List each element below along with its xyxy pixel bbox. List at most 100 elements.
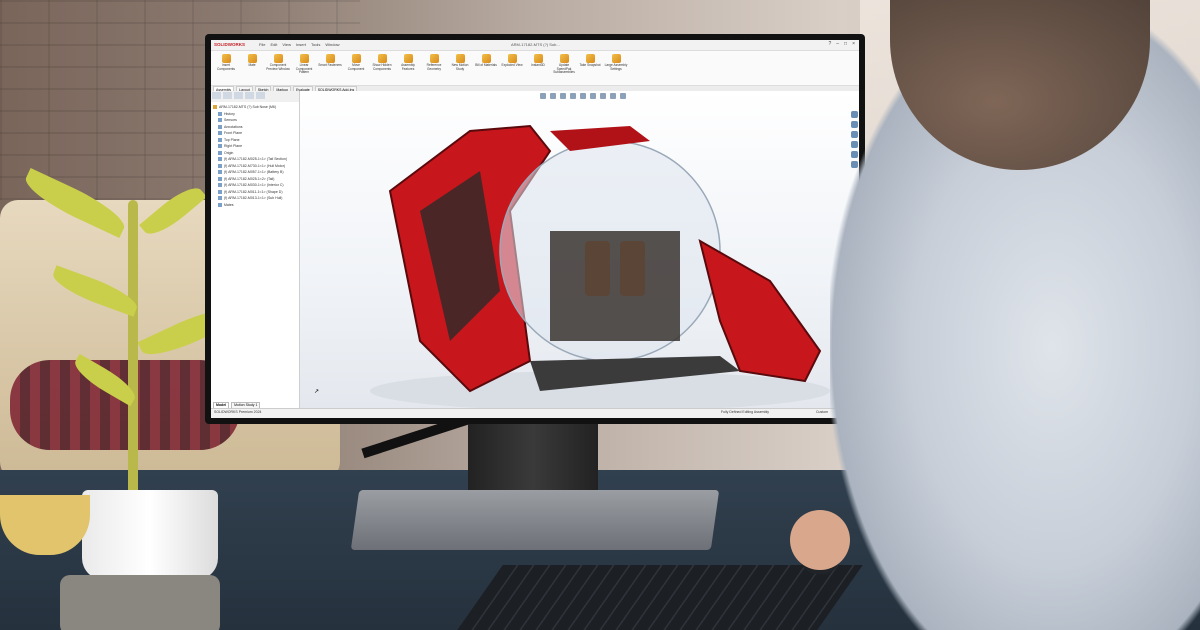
- status-bar: SOLIDWORKS Premium 2024 Fully Defined Ed…: [211, 408, 859, 418]
- ribbon-button[interactable]: Mate: [240, 52, 264, 82]
- bom-icon: [481, 54, 491, 63]
- ribbon-button[interactable]: Insert Components: [214, 52, 238, 82]
- ribbon-button-label: Insert Components: [216, 63, 236, 71]
- monitor: SOLIDWORKS File Edit View Insert Tools W…: [205, 34, 865, 424]
- motion-icon: [455, 54, 465, 63]
- ribbon-button-label: Move Component: [347, 63, 365, 71]
- ribbon-button[interactable]: Move Component: [344, 52, 368, 82]
- ribbon-button[interactable]: Reference Geometry: [422, 52, 446, 82]
- ribbon-button-label: Linear Component Pattern: [295, 63, 313, 75]
- tree-item-icon: [218, 202, 222, 207]
- menu-insert[interactable]: Insert: [296, 42, 306, 47]
- tree-item-icon: [218, 111, 222, 116]
- ribbon-button[interactable]: Large Assembly Settings: [604, 52, 628, 82]
- ribbon-button-label: Take Snapshot: [579, 63, 601, 67]
- coffee-cup: [60, 575, 220, 630]
- keyboard: [457, 565, 863, 630]
- ribbon-button[interactable]: Update SpeedPak Subassemblies: [552, 52, 576, 82]
- menu-bar: File Edit View Insert Tools Window: [259, 42, 340, 47]
- reference-geometry-icon: [429, 54, 439, 63]
- tree-item-icon: [218, 124, 222, 129]
- snapshot-icon: [585, 54, 595, 63]
- ribbon-button[interactable]: Linear Component Pattern: [292, 52, 316, 82]
- ribbon-button-label: Show Hidden Components: [372, 63, 392, 71]
- photo-scene: SOLIDWORKS File Edit View Insert Tools W…: [0, 0, 1200, 630]
- seat-left: [585, 241, 610, 296]
- status-units[interactable]: Custom: [816, 410, 828, 414]
- ribbon-button[interactable]: Bill of Materials: [474, 52, 498, 82]
- menu-window[interactable]: Window: [325, 42, 339, 47]
- menu-tools[interactable]: Tools: [311, 42, 320, 47]
- ribbon-button[interactable]: Smart Fasteners: [318, 52, 342, 82]
- tree-item-icon: [218, 163, 222, 168]
- ribbon-button[interactable]: Assembly Features: [396, 52, 420, 82]
- screen: SOLIDWORKS File Edit View Insert Tools W…: [211, 40, 859, 418]
- ribbon-button-label: Update SpeedPak Subassemblies: [553, 63, 575, 75]
- solidworks-logo: SOLIDWORKS: [214, 42, 245, 47]
- ribbon-button-label: Reference Geometry: [426, 63, 442, 71]
- tree-item-icon: [218, 170, 222, 175]
- submarine-3d-model[interactable]: [300, 91, 859, 409]
- dimxpert-tab-icon[interactable]: [245, 92, 254, 99]
- instant3d-icon: [533, 54, 543, 63]
- status-state: Fully Defined Editing Assembly: [721, 410, 770, 414]
- ribbon-button[interactable]: New Motion Study: [448, 52, 472, 82]
- tree-item-icon: [218, 150, 222, 155]
- settings-icon: [611, 54, 621, 63]
- tree-item-icon: [218, 144, 222, 149]
- graphics-area[interactable]: ↗: [300, 91, 859, 409]
- ribbon-button[interactable]: Exploded View: [500, 52, 524, 82]
- hand: [790, 510, 850, 570]
- feature-tree: ARM-17182-MTS (?) Sub Nose (M6) History S…: [211, 102, 299, 210]
- ribbon-button-label: Bill of Materials: [475, 63, 497, 67]
- ribbon-button-label: Instant3D: [531, 63, 545, 67]
- pattern-icon: [299, 54, 309, 63]
- tree-item-icon: [218, 118, 222, 123]
- tree-item-label: Mates: [224, 202, 234, 207]
- tree-item-icon: [218, 137, 222, 142]
- move-icon: [351, 54, 361, 63]
- title-bar: SOLIDWORKS File Edit View Insert Tools W…: [211, 40, 859, 51]
- monitor-stand-base: [350, 490, 720, 550]
- tree-item[interactable]: Mates: [213, 202, 297, 209]
- ribbon-button-label: Component Preview Window: [266, 63, 290, 71]
- panel-tabs: [211, 91, 299, 102]
- ribbon-button-label: Smart Fasteners: [318, 63, 342, 67]
- ribbon-button-label: Assembly Features: [401, 63, 415, 71]
- tree-item-icon: [218, 183, 222, 188]
- plant-pot: [82, 490, 218, 580]
- fastener-icon: [325, 54, 335, 63]
- coordinate-triad: ↗: [314, 389, 320, 395]
- ribbon-button[interactable]: Instant3D: [526, 52, 550, 82]
- assembly-icon: [213, 105, 217, 110]
- tree-item-icon: [218, 176, 222, 181]
- seat-right: [620, 241, 645, 296]
- assembly-features-icon: [403, 54, 413, 63]
- ribbon-button[interactable]: Component Preview Window: [266, 52, 290, 82]
- menu-edit[interactable]: Edit: [270, 42, 277, 47]
- show-hidden-icon: [377, 54, 387, 63]
- ribbon-button-label: Mate: [248, 63, 256, 67]
- exploded-icon: [507, 54, 517, 63]
- feature-tree-tab-icon[interactable]: [212, 92, 221, 99]
- status-product: SOLIDWORKS Premium 2024: [214, 410, 262, 414]
- ribbon-button-label: New Motion Study: [451, 63, 469, 71]
- property-manager-tab-icon[interactable]: [223, 92, 232, 99]
- ribbon-button-label: Large Assembly Settings: [604, 63, 628, 71]
- tree-item-icon: [218, 196, 222, 201]
- configuration-tab-icon[interactable]: [234, 92, 243, 99]
- command-manager-ribbon: Insert Components Mate Component Preview W…: [211, 51, 859, 86]
- plant-stem: [128, 200, 138, 500]
- mate-icon: [247, 54, 257, 63]
- tree-item-icon: [218, 131, 222, 136]
- tree-item-icon: [218, 189, 222, 194]
- menu-view[interactable]: View: [282, 42, 291, 47]
- document-title: ARM-17182-MTS (?) Sub...: [511, 42, 560, 47]
- display-manager-tab-icon[interactable]: [256, 92, 265, 99]
- insert-components-icon: [221, 54, 231, 63]
- ribbon-button[interactable]: Take Snapshot: [578, 52, 602, 82]
- menu-file[interactable]: File: [259, 42, 265, 47]
- feature-manager-panel: ARM-17182-MTS (?) Sub Nose (M6) History S…: [211, 91, 300, 409]
- ribbon-button-label: Exploded View: [501, 63, 523, 67]
- ribbon-button[interactable]: Show Hidden Components: [370, 52, 394, 82]
